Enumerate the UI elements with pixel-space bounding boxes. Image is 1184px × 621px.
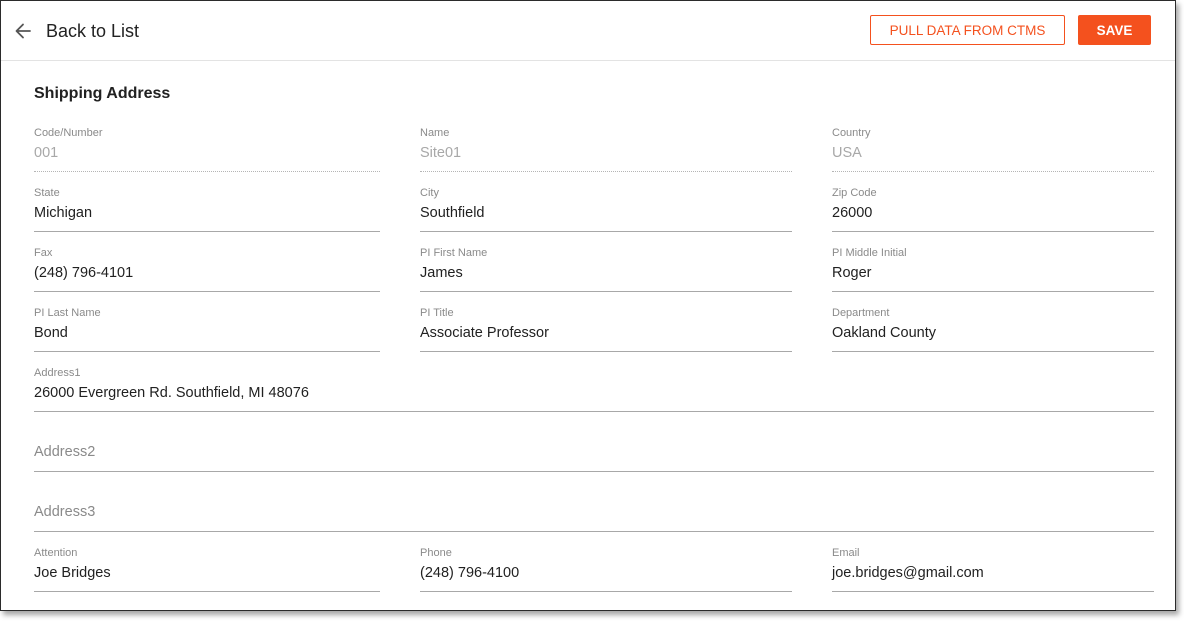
form-window: Back to List PULL DATA FROM CTMS SAVE Sh… — [0, 0, 1176, 611]
field-underline — [832, 291, 1154, 292]
field-label: Phone — [420, 547, 452, 559]
field-underline — [420, 591, 792, 592]
address2-field[interactable]: Address2 — [34, 427, 1154, 472]
field-value: 001 — [34, 145, 59, 161]
field-value: joe.bridges@gmail.com — [832, 565, 984, 581]
field-value: Michigan — [34, 205, 93, 221]
field-underline — [420, 291, 792, 292]
field-value: 26000 Evergreen Rd. Southfield, MI 48076 — [34, 385, 309, 401]
address3-field[interactable]: Address3 — [34, 487, 1154, 532]
city-field[interactable]: City Southfield — [420, 187, 792, 232]
field-value: (248) 796-4100 — [420, 565, 520, 581]
field-underline — [34, 351, 380, 352]
section-title: Shipping Address — [34, 85, 171, 102]
country-field: Country USA — [832, 127, 1154, 172]
field-value: Oakland County — [832, 325, 936, 341]
field-underline — [34, 171, 380, 172]
field-placeholder: Address2 — [34, 444, 96, 460]
field-label: Fax — [34, 247, 53, 259]
address1-field[interactable]: Address1 26000 Evergreen Rd. Southfield,… — [34, 367, 1154, 412]
code-number-field: Code/Number 001 — [34, 127, 380, 172]
name-field: Name Site01 — [420, 127, 792, 172]
field-value: Site01 — [420, 145, 462, 161]
arrow-left-icon — [13, 21, 33, 41]
field-underline — [832, 351, 1154, 352]
field-value: Roger — [832, 265, 872, 281]
field-underline — [34, 471, 1154, 472]
pi-first-name-field[interactable]: PI First Name James — [420, 247, 792, 292]
field-underline — [832, 591, 1154, 592]
field-label: Name — [420, 127, 450, 139]
field-underline — [34, 591, 380, 592]
pi-title-field[interactable]: PI Title Associate Professor — [420, 307, 792, 352]
field-label: Department — [832, 307, 890, 319]
back-to-list-label: Back to List — [46, 20, 140, 41]
field-placeholder: Address3 — [34, 504, 96, 520]
field-label: Country — [832, 127, 871, 139]
field-value: 26000 — [832, 205, 873, 221]
field-label: PI First Name — [420, 247, 488, 259]
attention-field[interactable]: Attention Joe Bridges — [34, 547, 380, 592]
field-value: Bond — [34, 325, 68, 341]
field-value: Joe Bridges — [34, 565, 111, 581]
email-field[interactable]: Email joe.bridges@gmail.com — [832, 547, 1154, 592]
field-label: Attention — [34, 547, 78, 559]
field-label: PI Last Name — [34, 307, 101, 319]
state-field[interactable]: State Michigan — [34, 187, 380, 232]
field-label: PI Middle Initial — [832, 247, 907, 259]
pi-middle-initial-field[interactable]: PI Middle Initial Roger — [832, 247, 1154, 292]
field-underline — [420, 351, 792, 352]
field-underline — [34, 411, 1154, 412]
field-label: Code/Number — [34, 127, 103, 139]
back-to-list-button[interactable]: Back to List — [13, 19, 139, 43]
field-value: James — [420, 265, 463, 281]
field-underline — [420, 231, 792, 232]
field-underline — [832, 171, 1154, 172]
pull-data-from-ctms-button[interactable]: PULL DATA FROM CTMS — [870, 15, 1065, 45]
field-value: (248) 796-4101 — [34, 265, 134, 281]
field-label: State — [34, 187, 60, 199]
top-bar: Back to List PULL DATA FROM CTMS SAVE — [1, 1, 1175, 61]
field-value: Associate Professor — [420, 325, 549, 341]
field-underline — [832, 231, 1154, 232]
department-field[interactable]: Department Oakland County — [832, 307, 1154, 352]
field-value: Southfield — [420, 205, 485, 221]
phone-field[interactable]: Phone (248) 796-4100 — [420, 547, 792, 592]
field-underline — [420, 171, 792, 172]
field-label: City — [420, 187, 439, 199]
fax-field[interactable]: Fax (248) 796-4101 — [34, 247, 380, 292]
field-underline — [34, 531, 1154, 532]
save-button[interactable]: SAVE — [1078, 15, 1151, 45]
zip-code-field[interactable]: Zip Code 26000 — [832, 187, 1154, 232]
field-label: Zip Code — [832, 187, 877, 199]
pi-last-name-field[interactable]: PI Last Name Bond — [34, 307, 380, 352]
field-label: Address1 — [34, 367, 81, 379]
field-underline — [34, 231, 380, 232]
field-underline — [34, 291, 380, 292]
field-label: Email — [832, 547, 860, 559]
field-value: USA — [832, 145, 862, 161]
field-label: PI Title — [420, 307, 454, 319]
